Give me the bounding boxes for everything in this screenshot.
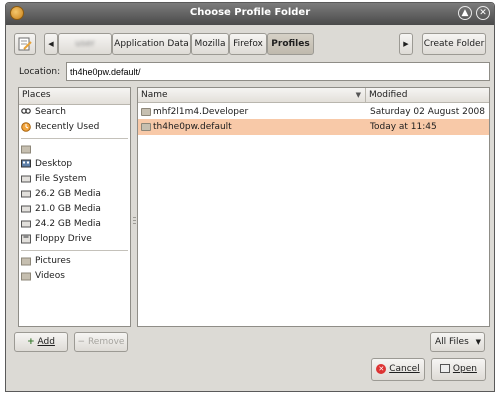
pane-resize-handle[interactable] [133, 217, 136, 225]
remove-icon: − [77, 337, 86, 347]
column-header-label: Name [141, 90, 168, 100]
close-button[interactable]: ✕ [476, 6, 490, 20]
path-item-label: Application Data [114, 39, 189, 49]
sidebar-item-pictures[interactable]: Pictures [19, 254, 130, 269]
column-header-modified[interactable]: Modified [366, 88, 489, 103]
create-folder-button[interactable]: Create Folder [422, 33, 486, 55]
sidebar-item-label: Recently Used [35, 122, 100, 132]
left-arrow-icon: ◀ [48, 40, 54, 48]
window-title: Choose Profile Folder [189, 7, 311, 18]
title-bar[interactable]: Choose Profile Folder ▲ ✕ [6, 3, 494, 25]
cancel-icon: ✕ [376, 363, 387, 374]
path-item-label: Firefox [233, 39, 263, 49]
edit-location-icon [18, 37, 32, 51]
path-scroll-left-button[interactable]: ◀ [44, 33, 58, 55]
path-item-firefox[interactable]: Firefox [229, 33, 267, 55]
folder-icon [141, 123, 151, 131]
sidebar-item-label: Search [35, 107, 66, 117]
drive-icon [21, 190, 31, 198]
filter-label: All Files [435, 337, 469, 347]
file-chooser-dialog: Choose Profile Folder ▲ ✕ ◀ user Applica… [5, 2, 495, 392]
sidebar-item-label: 26.2 GB Media [35, 189, 101, 199]
add-bookmark-button[interactable]: + Add [14, 332, 68, 352]
file-list: Name ▼ Modified mhf2l1m4.Developer Satur… [137, 87, 490, 327]
sidebar-item-floppy[interactable]: Floppy Drive [19, 232, 130, 247]
places-sidebar: Places Search Recently Used Desktop File… [18, 87, 131, 327]
sidebar-item-media-21[interactable]: 21.0 GB Media [19, 202, 130, 217]
desktop-icon [21, 159, 31, 168]
drive-icon [21, 205, 31, 213]
file-filter-select[interactable]: All Files ▼ [430, 332, 485, 352]
path-item-label: Mozilla [194, 39, 226, 49]
type-location-toggle-button[interactable] [14, 33, 36, 55]
sidebar-item-search[interactable]: Search [19, 105, 130, 120]
open-icon [440, 364, 451, 373]
remove-label: Remove [87, 337, 125, 347]
sidebar-item-videos[interactable]: Videos [19, 269, 130, 284]
recent-icon [21, 122, 31, 132]
sidebar-item-media-26[interactable]: 26.2 GB Media [19, 187, 130, 202]
path-item-user[interactable]: user [58, 33, 112, 55]
column-header-label: Modified [369, 90, 408, 100]
open-button[interactable]: Open [431, 358, 486, 381]
path-item-label: Profiles [271, 39, 310, 49]
sidebar-item-file-system[interactable]: File System [19, 172, 130, 187]
sidebar-item-desktop[interactable]: Desktop [19, 157, 130, 172]
location-input[interactable] [66, 62, 490, 81]
path-item-application-data[interactable]: Application Data [112, 33, 191, 55]
file-modified: Today at 11:45 [370, 122, 437, 132]
add-label: Add [37, 337, 55, 347]
file-name: mhf2l1m4.Developer [153, 107, 249, 117]
sidebar-item-recently-used[interactable]: Recently Used [19, 120, 130, 135]
sidebar-item-label: Videos [35, 271, 65, 281]
home-folder-icon [21, 145, 31, 154]
path-item-profiles[interactable]: Profiles [267, 33, 314, 55]
table-row-selected[interactable]: th4he0pw.default Today at 11:45 [138, 119, 489, 135]
create-folder-label: Create Folder [423, 39, 485, 49]
sidebar-item-label: Pictures [35, 256, 71, 266]
folder-icon [141, 108, 151, 116]
sidebar-item-media-24[interactable]: 24.2 GB Media [19, 217, 130, 232]
sidebar-item-home[interactable] [19, 142, 130, 157]
search-icon [21, 108, 31, 114]
file-name: th4he0pw.default [153, 122, 232, 132]
sidebar-item-label: Desktop [35, 159, 73, 169]
sidebar-item-label: Floppy Drive [35, 234, 92, 244]
close-icon: ✕ [479, 8, 487, 18]
path-item-label: user [75, 39, 95, 49]
open-label: Open [452, 364, 477, 374]
right-arrow-icon: ▶ [403, 40, 409, 48]
folder-icon [21, 272, 31, 281]
drive-icon [21, 175, 31, 183]
up-arrow-icon: ▲ [461, 8, 469, 18]
location-label: Location: [19, 67, 61, 77]
add-icon: + [27, 337, 35, 347]
chevron-down-icon: ▼ [475, 338, 481, 346]
separator [21, 250, 128, 251]
remove-bookmark-button[interactable]: − Remove [74, 332, 128, 352]
path-item-mozilla[interactable]: Mozilla [191, 33, 229, 55]
sidebar-item-label: 21.0 GB Media [35, 204, 101, 214]
sidebar-item-label: File System [35, 174, 87, 184]
cancel-button[interactable]: ✕ Cancel [371, 358, 425, 381]
path-scroll-right-button[interactable]: ▶ [399, 33, 413, 55]
cancel-label: Cancel [389, 364, 420, 374]
file-modified: Saturday 02 August 2008 [370, 107, 485, 117]
folder-icon [21, 257, 31, 266]
places-header[interactable]: Places [19, 88, 130, 105]
separator [21, 138, 128, 139]
table-row[interactable]: mhf2l1m4.Developer Saturday 02 August 20… [138, 104, 489, 120]
column-header-name[interactable]: Name ▼ [138, 88, 366, 103]
drive-icon [21, 220, 31, 228]
floppy-icon [21, 234, 31, 244]
sidebar-item-label: 24.2 GB Media [35, 219, 101, 229]
sort-arrow-icon: ▼ [355, 91, 361, 99]
shade-button[interactable]: ▲ [458, 6, 472, 20]
